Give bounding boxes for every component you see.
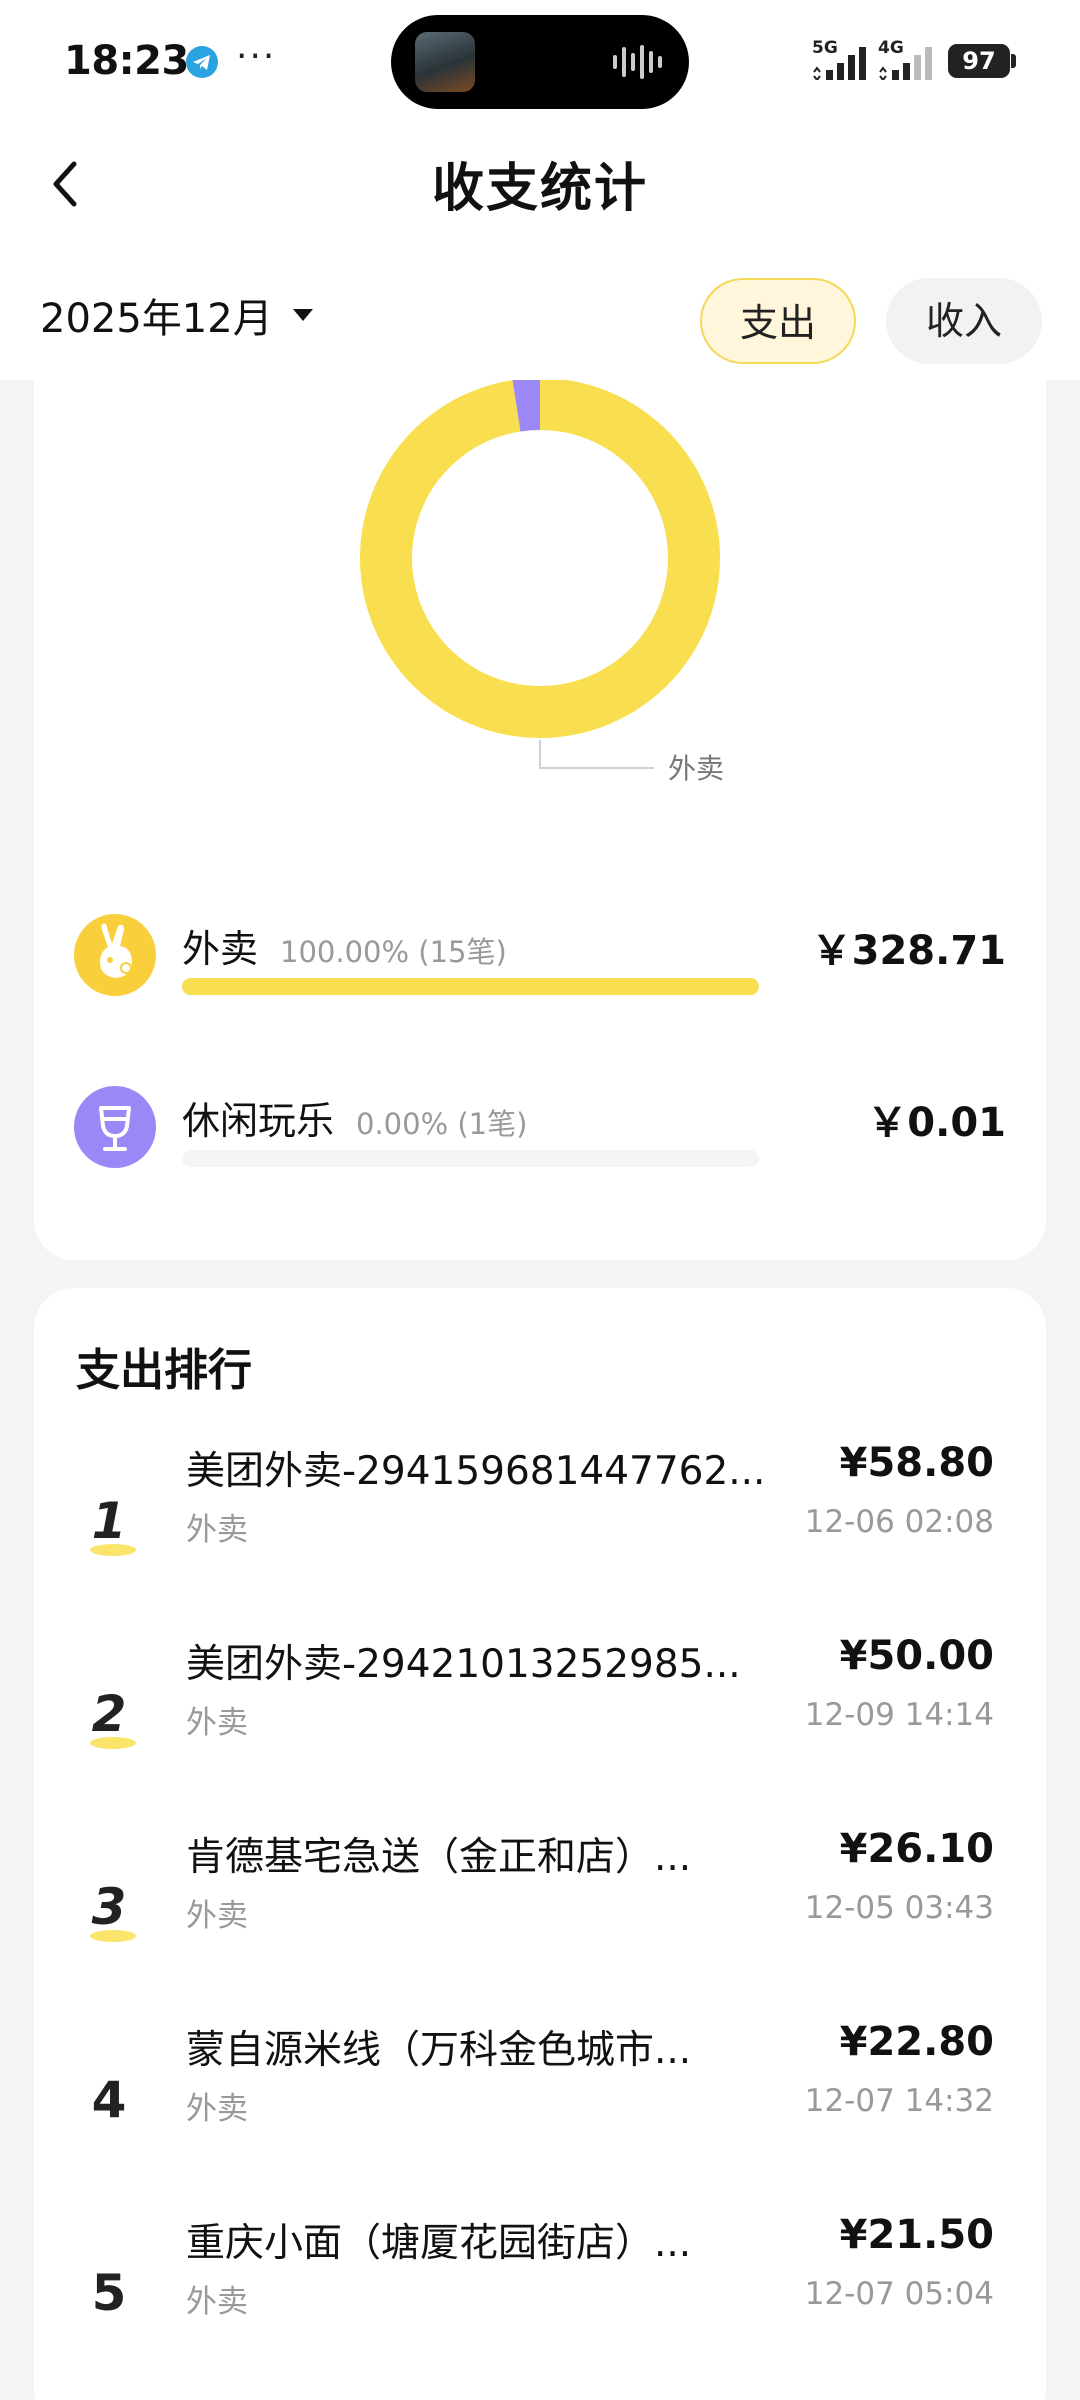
- transaction-amount: ¥58.80: [839, 1440, 994, 1486]
- donut-label: 外卖: [668, 752, 724, 785]
- category-chart-card: 外卖 外卖 100.00% (15笔) ￥328.71 休闲玩乐 0.00% (…: [34, 380, 1046, 1260]
- merchant-name: 美团外卖-29421013252985...: [186, 1642, 741, 1687]
- category-progress-track: [182, 1150, 759, 1167]
- ranking-row[interactable]: 5 重庆小面（塘厦花园街店）... 外卖 ¥21.50 12-07 05:04: [34, 2212, 1046, 2372]
- caret-down-icon: [292, 309, 313, 321]
- signal-5g-icon: [813, 47, 866, 80]
- transaction-time: 12-09 14:14: [804, 1697, 994, 1733]
- merchant-category: 外卖: [186, 1512, 248, 1548]
- category-progress-fill: [182, 978, 759, 995]
- ranking-row[interactable]: 4 蒙自源米线（万科金色城市... 外卖 ¥22.80 12-07 14:32: [34, 2019, 1046, 2179]
- merchant-category: 外卖: [186, 2091, 248, 2127]
- dynamic-island[interactable]: [391, 15, 689, 109]
- transaction-amount: ¥50.00: [839, 1633, 994, 1679]
- telegram-icon: [186, 46, 218, 78]
- month-picker[interactable]: 2025年12月: [40, 286, 313, 344]
- rank-number-text: 5: [91, 2264, 127, 2322]
- category-label: 外卖: [182, 927, 259, 971]
- ranking-row[interactable]: 3 肯德基宅急送（金正和店）... 外卖 ¥26.10 12-05 03:43: [34, 1826, 1046, 1986]
- rank-number: 5: [74, 2264, 144, 2322]
- more-notifications-icon: ···: [236, 36, 277, 77]
- tab-expense[interactable]: 支出: [700, 278, 856, 364]
- transaction-amount: ¥22.80: [839, 2019, 994, 2065]
- merchant-name: 美团外卖-294159681447762...: [186, 1449, 766, 1494]
- donut-slice-0[interactable]: [360, 380, 720, 738]
- transaction-time: 12-07 14:32: [804, 2083, 994, 2119]
- merchant-name: 蒙自源米线（万科金色城市...: [186, 2028, 692, 2073]
- merchant-category: 外卖: [186, 2284, 248, 2320]
- merchant-category: 外卖: [186, 1898, 248, 1934]
- transaction-time: 12-07 05:04: [804, 2276, 994, 2312]
- status-time: 18:23: [64, 38, 189, 84]
- month-label: 2025年12月: [40, 296, 273, 342]
- rank-number: 1: [74, 1492, 144, 1556]
- category-percent: 0.00% (1笔): [356, 1107, 528, 1141]
- transaction-time: 12-05 03:43: [804, 1890, 994, 1926]
- rank-number-text: 4: [91, 2071, 127, 2129]
- merchant-name: 重庆小面（塘厦花园街店）...: [186, 2221, 692, 2266]
- transaction-time: 12-06 02:08: [804, 1504, 994, 1540]
- rank-number-text: 1: [91, 1492, 127, 1550]
- category-row[interactable]: 休闲玩乐 0.00% (1笔) ￥0.01: [34, 1086, 1046, 1206]
- category-row[interactable]: 外卖 100.00% (15笔) ￥328.71: [34, 914, 1046, 1034]
- rabbit-icon: [74, 914, 156, 996]
- rank-number: 2: [74, 1685, 144, 1749]
- header: 收支统计 2025年12月 支出 收入: [0, 124, 1080, 380]
- battery-indicator: 97: [948, 44, 1010, 78]
- category-amount: ￥0.01: [867, 1100, 1006, 1146]
- rank-number: 4: [74, 2071, 144, 2129]
- signal-4g-icon: [879, 47, 932, 80]
- ranking-row[interactable]: 1 美团外卖-294159681447762... 外卖 ¥58.80 12-06 02…: [34, 1440, 1046, 1600]
- merchant-name: 肯德基宅急送（金正和店）...: [186, 1835, 692, 1880]
- category-label: 休闲玩乐: [182, 1099, 335, 1143]
- category-name: 休闲玩乐 0.00% (1笔): [182, 1090, 527, 1145]
- ranking-row[interactable]: 2 美团外卖-29421013252985... 外卖 ¥50.00 12-09 14:…: [34, 1633, 1046, 1793]
- battery-tip: [1011, 54, 1016, 68]
- category-name: 外卖 100.00% (15笔): [182, 918, 507, 973]
- category-percent: 100.00% (15笔): [280, 935, 507, 969]
- rank-number-text: 2: [91, 1685, 127, 1743]
- donut-chart: 外卖: [360, 380, 724, 785]
- category-amount: ￥328.71: [811, 928, 1006, 974]
- wine-glass-icon: [74, 1086, 156, 1168]
- rank-number: 3: [74, 1878, 144, 1942]
- transaction-amount: ¥21.50: [839, 2212, 994, 2258]
- audio-wave-icon: [613, 45, 662, 79]
- merchant-category: 外卖: [186, 1705, 248, 1741]
- donut-leader-line: [539, 740, 654, 769]
- ranking-title: 支出排行: [76, 1345, 252, 1396]
- category-progress-track: [182, 978, 759, 995]
- tab-income[interactable]: 收入: [886, 278, 1042, 364]
- transaction-amount: ¥26.10: [839, 1826, 994, 1872]
- media-thumbnail: [415, 32, 475, 92]
- rank-number-text: 3: [91, 1878, 127, 1936]
- status-bar: 18:23 ··· 5G 4G 97: [0, 0, 1080, 124]
- page-title: 收支统计: [431, 159, 648, 219]
- expense-ranking-card: 支出排行 1 美团外卖-294159681447762... 外卖 ¥58.80 12-…: [34, 1288, 1046, 2400]
